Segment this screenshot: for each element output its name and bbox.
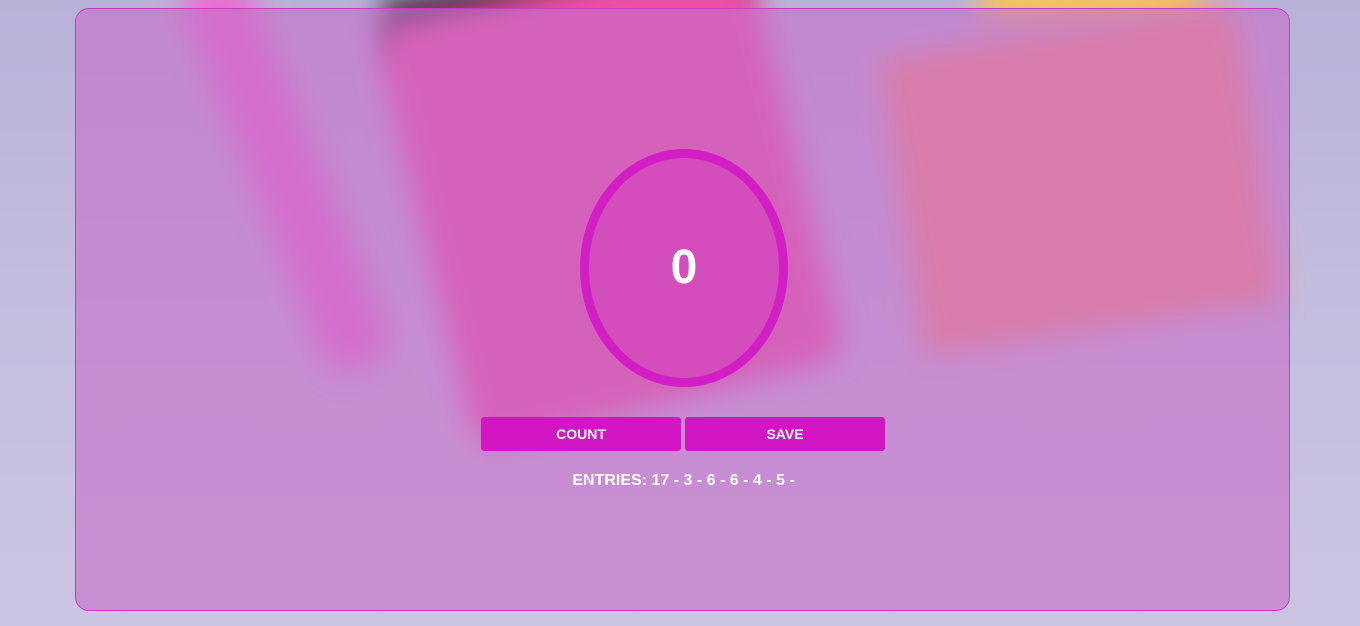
count-button[interactable]: COUNT (481, 417, 681, 451)
save-button[interactable]: SAVE (685, 417, 885, 451)
entries-label: ENTRIES: (572, 472, 648, 489)
counter-value: 0 (670, 241, 698, 294)
counter-display: 0 (580, 149, 788, 387)
counter-card: 0 COUNT SAVE ENTRIES: 17 - 3 - 6 - 6 - 4… (75, 8, 1290, 611)
entries-values: 17 - 3 - 6 - 6 - 4 - 5 - (651, 472, 795, 489)
entries-text: ENTRIES: 17 - 3 - 6 - 6 - 4 - 5 - (76, 472, 1291, 490)
